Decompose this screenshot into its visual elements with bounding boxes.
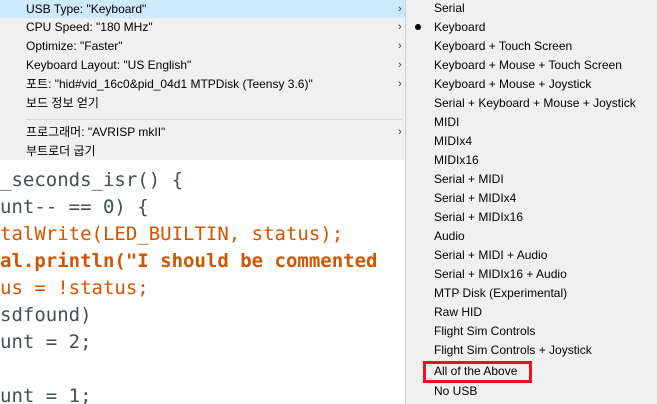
menu-item-board-info[interactable]: 보드 정보 얻기: [26, 94, 99, 112]
submenu-item-serial-midix16[interactable]: Serial + MIDIx16: [434, 208, 523, 227]
menu-item-cpu-speed[interactable]: CPU Speed: "180 MHz": [26, 18, 153, 36]
submenu-item-midi[interactable]: MIDI: [434, 113, 459, 132]
submenu-item-midix16[interactable]: MIDIx16: [434, 151, 479, 170]
menu-separator: [26, 119, 402, 120]
usb-type-submenu: Serial Keyboard Keyboard + Touch Screen …: [405, 0, 657, 404]
submenu-item-keyboard-mouse-touch[interactable]: Keyboard + Mouse + Touch Screen: [434, 56, 622, 75]
submenu-item-mtp-disk[interactable]: MTP Disk (Experimental): [434, 284, 567, 303]
code-line-9: unt = 1;: [0, 385, 92, 404]
tools-menu: USB Type: "Keyboard" › CPU Speed: "180 M…: [0, 0, 405, 160]
submenu-item-serial-keyboard-mouse-joystick[interactable]: Serial + Keyboard + Mouse + Joystick: [434, 94, 636, 113]
submenu-arrow-icon: ›: [398, 40, 402, 52]
menu-item-usb-type[interactable]: USB Type: "Keyboard": [0, 0, 405, 18]
code-editor[interactable]: _seconds_isr() { unt-- == 0) { talWrite(…: [0, 160, 405, 404]
menu-item-port[interactable]: 포트: "hid#vid_16c0&pid_04d1 MTPDisk (Teen…: [26, 75, 313, 93]
submenu-arrow-icon: ›: [398, 78, 402, 90]
selected-bullet-icon: [415, 24, 421, 30]
code-line-7: unt = 2;: [0, 331, 92, 353]
submenu-item-serial[interactable]: Serial: [434, 0, 465, 18]
submenu-item-flight-sim-joystick[interactable]: Flight Sim Controls + Joystick: [434, 341, 592, 360]
highlight-annotation-box: [423, 361, 532, 383]
submenu-item-audio[interactable]: Audio: [434, 227, 465, 246]
code-line-2: unt-- == 0) {: [0, 196, 149, 218]
code-line-3: talWrite(LED_BUILTIN, status);: [0, 223, 344, 245]
submenu-item-keyboard[interactable]: Keyboard: [434, 18, 485, 37]
submenu-item-no-usb[interactable]: No USB: [434, 382, 477, 401]
menu-item-programmer[interactable]: 프로그래머: "AVRISP mkII": [26, 123, 165, 141]
submenu-arrow-icon: ›: [398, 126, 402, 138]
submenu-arrow-icon: ›: [398, 21, 402, 33]
submenu-item-serial-midix16-audio[interactable]: Serial + MIDIx16 + Audio: [434, 265, 567, 284]
submenu-item-keyboard-touch[interactable]: Keyboard + Touch Screen: [434, 37, 572, 56]
submenu-item-flight-sim[interactable]: Flight Sim Controls: [434, 322, 535, 341]
code-line-4: al.println("I should be commented: [0, 250, 378, 272]
submenu-item-serial-midi-audio[interactable]: Serial + MIDI + Audio: [434, 246, 547, 265]
submenu-item-midix4[interactable]: MIDIx4: [434, 132, 472, 151]
submenu-arrow-icon: ›: [398, 3, 402, 15]
submenu-arrow-icon: ›: [398, 59, 402, 71]
submenu-item-serial-midi[interactable]: Serial + MIDI: [434, 170, 504, 189]
submenu-item-raw-hid[interactable]: Raw HID: [434, 303, 482, 322]
code-line-1: _seconds_isr() {: [0, 169, 184, 191]
menu-item-keyboard-layout[interactable]: Keyboard Layout: "US English": [26, 56, 191, 74]
submenu-item-keyboard-mouse-joystick[interactable]: Keyboard + Mouse + Joystick: [434, 75, 591, 94]
submenu-item-serial-midix4[interactable]: Serial + MIDIx4: [434, 189, 516, 208]
code-line-6: sdfound): [0, 304, 92, 326]
code-line-5: us = !status;: [0, 277, 149, 299]
menu-item-burn-bootloader[interactable]: 부트로더 굽기: [26, 142, 96, 160]
menu-item-optimize[interactable]: Optimize: "Faster": [26, 37, 123, 55]
